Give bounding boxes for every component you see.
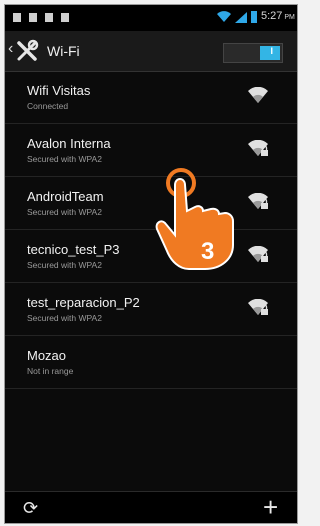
notification-icon (61, 13, 69, 22)
back-chevron-icon[interactable]: ‹ (8, 40, 13, 58)
network-status: Connected (27, 101, 69, 111)
status-bar: 5:27 PM (5, 5, 297, 31)
tap-hand-icon: 3 (155, 168, 234, 270)
bottom-bar: ⟳ + (5, 491, 297, 523)
add-network-icon[interactable]: + (263, 492, 278, 523)
network-ssid: test_reparacion_P2 (27, 295, 140, 310)
network-status: Not in range (27, 366, 74, 376)
network-status: Secured with WPA2 (27, 260, 102, 270)
page-title: Wi-Fi (47, 43, 80, 59)
wifi-lock-icon (247, 192, 269, 216)
wifi-lock-icon (247, 298, 269, 322)
toggle-label: I (270, 46, 273, 56)
wifi-status-icon (217, 11, 231, 22)
clock: 5:27 PM (261, 10, 295, 22)
step-number: 3 (201, 238, 214, 265)
wifi-icon (247, 86, 269, 110)
network-row[interactable]: test_reparacion_P2 Secured with WPA2 (5, 283, 297, 336)
refresh-icon[interactable]: ⟳ (23, 498, 38, 519)
network-ssid: AndroidTeam (27, 189, 104, 204)
notification-icon (45, 13, 53, 22)
network-row[interactable]: Mozao Not in range (5, 336, 297, 389)
network-status: Secured with WPA2 (27, 313, 102, 323)
network-ssid: Mozao (27, 348, 67, 363)
signal-icon (235, 12, 247, 23)
network-status: Secured with WPA2 (27, 207, 102, 217)
network-status: Secured with WPA2 (27, 154, 102, 164)
network-ssid: tecnico_test_P3 (27, 242, 120, 257)
wifi-toggle[interactable]: I (223, 43, 283, 63)
network-row[interactable]: Wifi Visitas Connected (5, 71, 297, 124)
settings-tools-icon[interactable] (15, 39, 39, 63)
wifi-lock-icon (247, 139, 269, 163)
phone-screen: 5:27 PM ‹ Wi-Fi I Wifi Visitas Connected A… (4, 4, 298, 524)
notification-icon (29, 13, 37, 22)
network-ssid: Avalon Interna (27, 136, 111, 151)
action-bar: ‹ Wi-Fi I (5, 31, 297, 72)
network-ssid: Wifi Visitas (27, 83, 91, 98)
battery-icon (251, 11, 257, 23)
notification-icon (13, 13, 21, 22)
wifi-lock-icon (247, 245, 269, 269)
